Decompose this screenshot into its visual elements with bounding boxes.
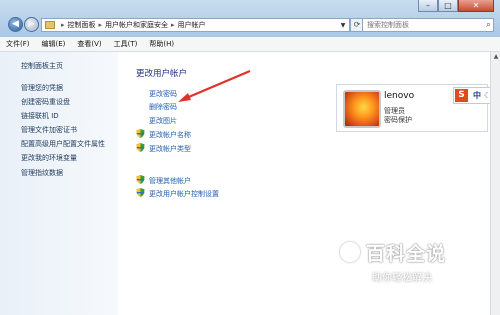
sidebar-link-password-reset-disk[interactable]: 创建密码重设盘	[21, 97, 70, 107]
minimize-button[interactable]: –	[418, 0, 438, 12]
title-bar: – □ ✕ ◀ ▶ ▸ 控制面板 ▸ 用户帐户和家庭安全 ▸ 用户帐户 ▼ ⟳ …	[0, 0, 500, 37]
sidebar-link-encryption-certificates[interactable]: 管理文件加密证书	[21, 125, 77, 135]
back-button[interactable]: ◀	[8, 17, 23, 32]
user-password-status: 密码保护	[384, 116, 412, 124]
task-change-picture[interactable]: 更改图片	[149, 116, 177, 126]
task-change-password[interactable]: 更改密码	[149, 89, 177, 99]
breadcrumb-separator: ▸	[98, 21, 103, 29]
forward-button[interactable]: ▶	[24, 17, 39, 32]
arrow-line	[183, 69, 251, 101]
scroll-up-icon[interactable]: ▲	[491, 52, 500, 62]
uac-shield-icon	[136, 129, 145, 138]
task-remove-password[interactable]: 删除密码	[149, 102, 177, 112]
refresh-icon: ⟳	[353, 20, 361, 29]
address-bar[interactable]: ▸ 控制面板 ▸ 用户帐户和家庭安全 ▸ 用户帐户 ▼	[41, 18, 350, 32]
user-name: lenovo	[384, 91, 415, 101]
breadcrumb-separator: ▸	[61, 21, 65, 29]
breadcrumb-separator: ▸	[171, 21, 175, 29]
uac-shield-icon	[136, 143, 145, 152]
maximize-button[interactable]: □	[438, 0, 458, 12]
task-manage-other-accounts[interactable]: 管理其他帐户	[149, 176, 191, 186]
watermark-logo-icon	[340, 242, 360, 262]
vertical-scrollbar[interactable]: ▲	[490, 52, 500, 315]
close-button[interactable]: ✕	[458, 0, 494, 12]
uac-shield-icon	[136, 188, 145, 197]
menu-edit[interactable]: 编辑(E)	[36, 39, 72, 49]
search-box[interactable]: ⌕	[362, 18, 494, 32]
menu-tools[interactable]: 工具(T)	[108, 39, 144, 49]
sidebar-link-online-id[interactable]: 链接联机 ID	[21, 111, 59, 121]
sidebar-link-manage-credentials[interactable]: 管理您的凭据	[21, 83, 63, 93]
breadcrumb-user-accounts[interactable]: 用户帐户	[178, 20, 206, 30]
watermark-title: 百科全说	[366, 243, 447, 265]
menu-view[interactable]: 查看(V)	[71, 39, 107, 49]
menu-bar: 文件(F) 编辑(E) 查看(V) 工具(T) 帮助(H)	[0, 37, 500, 52]
annotation-arrow	[178, 69, 251, 102]
sidebar: 控制面板主页 管理您的凭据 创建密码重设盘 链接联机 ID 管理文件加密证书 配…	[0, 52, 118, 315]
watermark-subtitle: 助你轻松解决	[372, 273, 432, 284]
sidebar-link-profile-properties[interactable]: 配置高级用户配置文件属性	[21, 139, 105, 149]
window-controls: – □ ✕	[418, 0, 494, 12]
arrow-head	[178, 93, 191, 102]
ime-mode-label[interactable]: 中	[473, 90, 481, 101]
task-change-account-type[interactable]: 更改帐户类型	[149, 144, 191, 154]
arrow-right-icon: ▶	[28, 19, 35, 29]
arrow-left-icon: ◀	[12, 19, 19, 29]
breadcrumb-user-accounts-family-safety[interactable]: 用户帐户和家庭安全	[105, 20, 168, 30]
breadcrumb-control-panel[interactable]: 控制面板	[68, 20, 96, 30]
user-avatar[interactable]	[343, 90, 381, 128]
sidebar-link-environment-variables[interactable]: 更改我的环境变量	[21, 153, 77, 163]
sogou-logo-icon[interactable]: S	[455, 89, 468, 102]
search-icon[interactable]: ⌕	[486, 19, 491, 31]
control-panel-icon	[45, 21, 55, 29]
chevron-down-icon[interactable]: ▼	[337, 22, 349, 29]
sidebar-link-fingerprint-data[interactable]: 管理指纹数据	[21, 168, 63, 178]
sidebar-home-link[interactable]: 控制面板主页	[21, 61, 63, 71]
menu-file[interactable]: 文件(F)	[0, 39, 36, 49]
task-uac-settings[interactable]: 更改用户帐户控制设置	[149, 189, 219, 199]
watermark: 百科全说 助你轻松解决	[340, 236, 490, 296]
task-change-account-name[interactable]: 更改帐户名称	[149, 130, 191, 140]
menu-help[interactable]: 帮助(H)	[143, 39, 180, 49]
search-input[interactable]	[363, 19, 477, 31]
uac-shield-icon	[136, 175, 145, 184]
